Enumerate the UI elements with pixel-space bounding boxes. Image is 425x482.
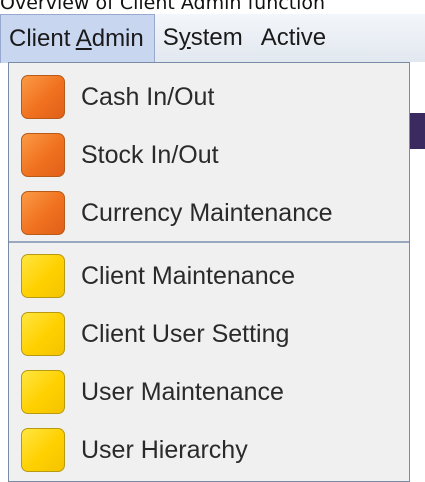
menu-item-label: Stock In/Out: [81, 140, 219, 169]
menu-item-label: User Maintenance: [81, 377, 284, 406]
menu-client-admin-mnemonic: A: [75, 25, 92, 52]
yellow-square-icon: [21, 312, 65, 356]
orange-square-icon: [21, 75, 65, 119]
menu-item-label: Currency Maintenance: [81, 198, 333, 227]
menu-item-client-user-setting[interactable]: Client User Setting: [9, 305, 409, 363]
menu-system-label-rest: stem: [190, 24, 243, 51]
menu-item-label: Cash In/Out: [81, 82, 215, 111]
client-admin-dropdown: Cash In/Out Stock In/Out Currency Mainte…: [8, 62, 410, 482]
menu-item-cash-in-out[interactable]: Cash In/Out: [9, 68, 409, 126]
menu-bar: Client Admin System Active: [0, 14, 425, 63]
yellow-square-icon: [21, 254, 65, 298]
menu-active-label: Active: [260, 24, 327, 51]
menu-item-label: Client Maintenance: [81, 261, 296, 290]
menu-separator: [9, 241, 409, 243]
menu-item-label: User Hierarchy: [81, 435, 248, 464]
menu-item-currency-maintenance[interactable]: Currency Maintenance: [9, 184, 409, 242]
yellow-square-icon: [21, 370, 65, 414]
menu-item-user-hierarchy[interactable]: User Hierarchy: [9, 421, 409, 479]
orange-square-icon: [21, 133, 65, 177]
menu-item-user-maintenance[interactable]: User Maintenance: [9, 363, 409, 421]
menu-system[interactable]: System: [155, 14, 253, 62]
menu-active[interactable]: Active: [253, 14, 336, 62]
menu-client-admin-label: Client: [9, 25, 76, 52]
menu-system-label: S: [162, 24, 179, 51]
menu-system-mnemonic: y: [178, 24, 191, 51]
menu-client-admin[interactable]: Client Admin: [0, 14, 155, 63]
menu-client-admin-label-rest: dmin: [91, 25, 144, 52]
menu-item-label: Client User Setting: [81, 319, 290, 348]
orange-square-icon: [21, 191, 65, 235]
caption-text: Overview of Client Admin function: [0, 0, 326, 14]
menu-item-stock-in-out[interactable]: Stock In/Out: [9, 126, 409, 184]
menu-item-client-maintenance[interactable]: Client Maintenance: [9, 247, 409, 305]
yellow-square-icon: [21, 428, 65, 472]
background-window-strip: [410, 113, 425, 149]
